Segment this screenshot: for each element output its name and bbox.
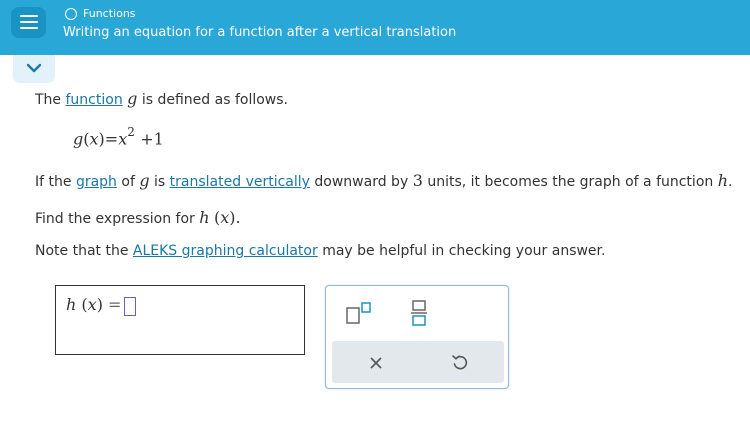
topic-circle-icon — [65, 7, 77, 20]
close-icon — [370, 357, 382, 369]
topic-row: Functions — [65, 7, 136, 20]
graph-link[interactable]: graph — [76, 174, 117, 190]
math-toolbox — [325, 285, 509, 389]
answer-input[interactable] — [124, 297, 136, 316]
hamburger-icon — [20, 15, 38, 17]
superscript-icon — [346, 302, 371, 324]
translated-vertically-link[interactable]: translated vertically — [170, 174, 310, 190]
superscript-button[interactable] — [344, 298, 374, 328]
toolbox-action-bar — [332, 341, 504, 383]
problem-translation: If the graph of g is translated vertical… — [35, 171, 733, 190]
topic-label: Functions — [83, 7, 136, 20]
graphing-calculator-link[interactable]: ALEKS graphing calculator — [133, 243, 318, 259]
answer-label: h (x) = — [66, 295, 122, 314]
fraction-icon — [411, 300, 427, 326]
clear-button[interactable] — [366, 353, 386, 373]
collapse-button[interactable] — [13, 55, 55, 83]
undo-button[interactable] — [450, 352, 470, 372]
page-title: Writing an equation for a function after… — [63, 25, 457, 40]
problem-note: Note that the ALEKS graphing calculator … — [35, 243, 606, 259]
function-equation: g(x)=x2 +1 — [73, 125, 164, 149]
answer-box: h (x) = — [55, 285, 305, 355]
fraction-button[interactable] — [408, 298, 430, 328]
function-link[interactable]: function — [66, 92, 123, 108]
undo-icon — [452, 355, 468, 370]
problem-intro: The function g is defined as follows. — [35, 89, 288, 108]
chevron-down-icon — [26, 63, 42, 73]
problem-question: Find the expression for h (x). — [35, 208, 241, 227]
header-bar: Functions Writing an equation for a func… — [0, 0, 750, 55]
menu-button[interactable] — [11, 7, 46, 38]
